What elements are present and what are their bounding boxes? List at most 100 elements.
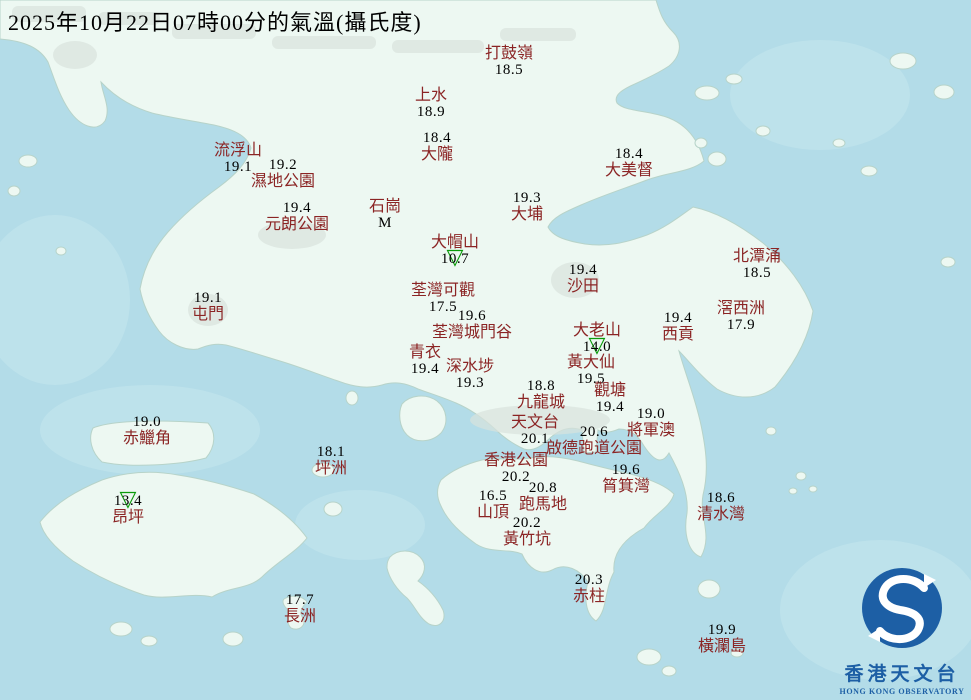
station-temp: 19.6: [612, 463, 640, 479]
station-temp: 17.9: [727, 318, 755, 334]
station-name: 濕地公園: [251, 174, 315, 191]
station-name: 滘西洲: [717, 301, 765, 318]
station-temp: 19.2: [269, 158, 297, 174]
station-label: 荃灣城門谷 19.6 ▽: [432, 309, 512, 342]
station-name: 赤柱: [573, 589, 605, 606]
station-label: 沙田 19.4 ▽: [567, 263, 599, 296]
station-temp: 19.6: [458, 309, 486, 325]
station-label: 上水 18.9 ▽: [415, 88, 447, 121]
station-name: 石崗: [369, 199, 401, 216]
station-label: 黃竹坑 20.2 ▽: [503, 516, 551, 549]
station-name: 啟德跑道公園: [546, 441, 642, 458]
station-temp: 18.9: [417, 105, 445, 121]
station-name: 大老山: [573, 323, 621, 340]
station-temp: 10.7: [441, 252, 469, 268]
station-temp: 18.5: [743, 266, 771, 282]
station-temp: 20.6: [580, 425, 608, 441]
station-temp: 19.1: [194, 291, 222, 307]
station-name: 屯門: [192, 307, 224, 324]
station-name: 跑馬地: [519, 497, 567, 514]
station-label: 大隴 18.4 ▽: [421, 131, 453, 164]
station-label: 滘西洲 17.9 ▽: [717, 301, 765, 334]
station-temp: 20.1: [521, 432, 549, 448]
station-name: 橫瀾島: [698, 639, 746, 656]
station-temp: 19.4: [596, 400, 624, 416]
station-label: 西貢 19.4 ▽: [662, 311, 694, 344]
station-temp: 18.6: [707, 491, 735, 507]
station-label: 大埔 19.3 ▽: [511, 191, 543, 224]
station-name: 清水灣: [697, 507, 745, 524]
station-name: 北潭涌: [733, 249, 781, 266]
station-label: 北潭涌 18.5 ▽: [733, 249, 781, 282]
hong-kong-map: [0, 0, 971, 700]
station-temp: 18.1: [317, 445, 345, 461]
station-label: 屯門 19.1 ▽: [192, 291, 224, 324]
station-name: 元朗公園: [265, 217, 329, 234]
station-name: 大美督: [605, 163, 653, 180]
station-label: 打鼓嶺 18.5 ▽: [485, 46, 533, 79]
station-temp: M: [378, 216, 392, 232]
station-temp: 18.4: [615, 147, 643, 163]
station-name: 荃灣城門谷: [432, 325, 512, 342]
station-temp: 18.5: [495, 63, 523, 79]
station-name: 坪洲: [315, 461, 347, 478]
station-label: 青衣 19.4 ▽: [409, 345, 441, 378]
station-temp: 20.8: [529, 481, 557, 497]
station-name: 昂坪: [112, 510, 144, 527]
station-label: 筲箕灣 19.6 ▽: [602, 463, 650, 496]
station-label: 元朗公園 19.4 ▽: [265, 201, 329, 234]
station-name: 大埔: [511, 207, 543, 224]
station-temp: 18.4: [423, 131, 451, 147]
lantau-island: [40, 472, 307, 597]
hko-logo-text-en: HONG KONG OBSERVATORY: [837, 687, 967, 696]
station-temp: 19.1: [224, 160, 252, 176]
station-label: 清水灣 18.6 ▽: [697, 491, 745, 524]
station-label: 跑馬地 20.8 ▽: [519, 481, 567, 514]
station-name: 大帽山: [431, 235, 479, 252]
station-temp: 20.2: [513, 516, 541, 532]
station-temp: 13.4: [114, 494, 142, 510]
map-title: 2025年10月22日07時00分的氣溫(攝氏度): [8, 5, 422, 37]
tsing-yi-island: [400, 396, 446, 441]
station-name: 沙田: [567, 279, 599, 296]
station-label: 大帽山 10.7 ▽: [431, 235, 479, 268]
hko-logo-text-zh: 香港天文台: [837, 659, 967, 686]
station-name: 筲箕灣: [602, 479, 650, 496]
station-name: 上水: [415, 88, 447, 105]
station-label: 九龍城 18.8 ▽: [517, 379, 565, 412]
station-temp: 19.0: [637, 407, 665, 423]
temperature-map: 2025年10月22日07時00分的氣溫(攝氏度) 打鼓嶺 18.5 ▽ 上水 …: [0, 0, 971, 700]
hko-logo: 香港天文台 HONG KONG OBSERVATORY: [837, 564, 967, 696]
station-label: 大美督 18.4 ▽: [605, 147, 653, 180]
lamma-island: [387, 551, 444, 626]
station-label: 赤柱 20.3 ▽: [573, 573, 605, 606]
station-name: 打鼓嶺: [485, 46, 533, 63]
station-label: 深水埗 19.3 ▽: [446, 359, 494, 392]
station-temp: 19.4: [411, 362, 439, 378]
station-label: 長洲 17.7 ▽: [284, 593, 316, 626]
station-name: 黃竹坑: [503, 532, 551, 549]
station-label: 橫瀾島 19.9 ▽: [698, 623, 746, 656]
station-name: 深水埗: [446, 359, 494, 376]
station-name: 黃大仙: [567, 355, 615, 372]
station-temp: 19.0: [133, 415, 161, 431]
station-name: 西貢: [662, 327, 694, 344]
station-label: 石崗 M ▽: [369, 199, 401, 232]
station-temp: 19.4: [664, 311, 692, 327]
station-name: 香港公園: [484, 453, 548, 470]
station-label: 坪洲 18.1 ▽: [315, 445, 347, 478]
station-name: 荃灣可觀: [411, 283, 475, 300]
station-label: 觀塘 19.4 ▽: [594, 383, 626, 416]
station-temp: 18.8: [527, 379, 555, 395]
hko-logo-icon: [854, 564, 950, 652]
station-temp: 19.3: [456, 376, 484, 392]
station-temp: 19.9: [708, 623, 736, 639]
station-label: 昂坪 13.4 ▽: [112, 494, 144, 527]
station-label: 赤鱲角 19.0 ▽: [123, 415, 171, 448]
station-label: 大老山 14.0 ▽: [573, 323, 621, 356]
station-name: 九龍城: [517, 395, 565, 412]
station-temp: 16.5: [479, 489, 507, 505]
station-label: 濕地公園 19.2 ▽: [251, 158, 315, 191]
station-name: 赤鱲角: [123, 431, 171, 448]
station-name: 長洲: [284, 609, 316, 626]
